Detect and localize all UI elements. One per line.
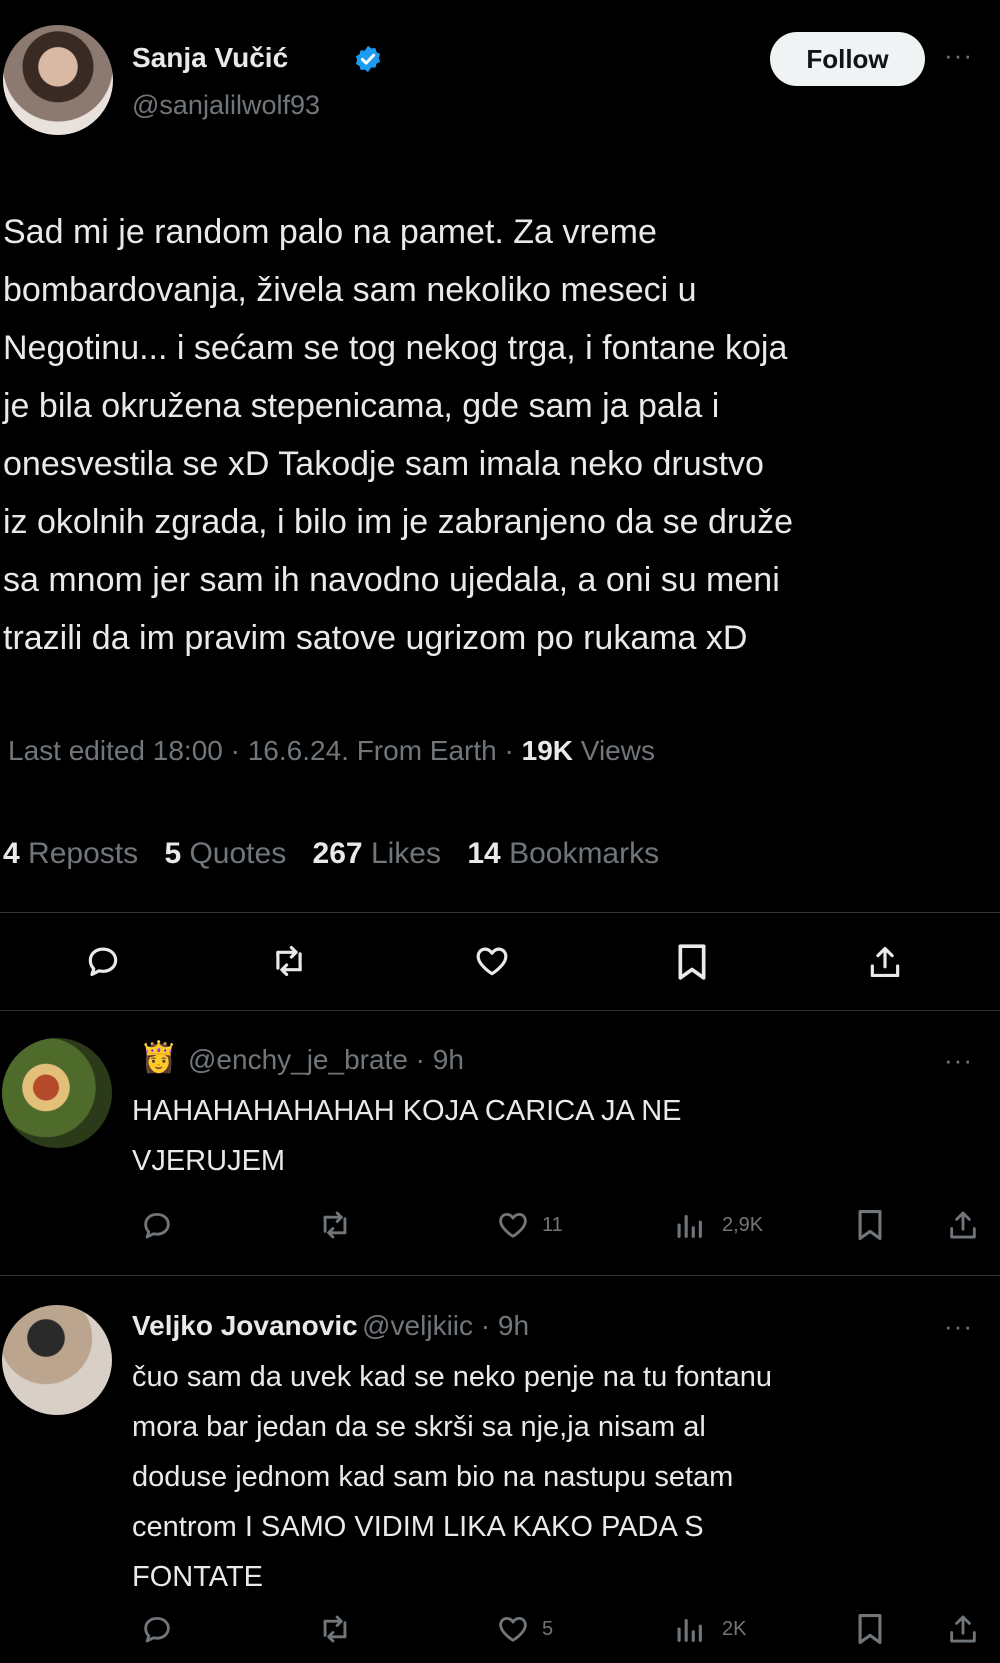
tweet-text-line: bombardovanja, živela sam nekoliko mesec… [3, 271, 697, 309]
reply-icon[interactable] [140, 1208, 174, 1242]
reply-emoji: 👸 [140, 1041, 178, 1074]
follow-button[interactable]: Follow [770, 32, 925, 86]
reply-text-line: čuo sam da uvek kad se neko penje na tu … [132, 1361, 773, 1393]
reply-avatar[interactable] [2, 1038, 112, 1148]
bookmark-icon[interactable] [855, 1612, 885, 1646]
reply-more-icon[interactable]: ··· [944, 1311, 973, 1342]
quotes-count: 5 [164, 837, 182, 870]
reposts-stat[interactable]: 4 Reposts [3, 837, 138, 870]
author-handle[interactable]: @sanjalilwolf93 [132, 90, 320, 121]
share-icon[interactable] [946, 1208, 980, 1242]
bookmarks-stat[interactable]: 14 Bookmarks [467, 837, 659, 870]
reply-text-line: HAHAHAHAHAHAH KOJA CARICA JA NE [132, 1095, 682, 1127]
views-count: 19K [521, 735, 573, 766]
tweet-text-line: onesvestila se xD Takodje sam imala neko… [3, 445, 764, 483]
bookmark-icon[interactable] [675, 942, 709, 982]
like-icon[interactable] [496, 1612, 530, 1646]
share-icon[interactable] [866, 942, 904, 982]
reply-handle[interactable]: @enchy_je_brate · 9h [188, 1044, 464, 1076]
repost-icon[interactable] [270, 942, 308, 980]
views-chart-icon[interactable] [672, 1208, 706, 1242]
more-options-icon[interactable]: ··· [944, 40, 973, 71]
likes-label: Likes [370, 837, 441, 870]
verified-badge-icon [353, 44, 383, 74]
divider [0, 1275, 1000, 1276]
reply-text-line: mora bar jedan da se skrši sa nje,ja nis… [132, 1411, 706, 1443]
author-avatar[interactable] [3, 25, 113, 135]
likes-count: 267 [312, 837, 363, 870]
reply-icon[interactable] [84, 942, 122, 980]
repost-icon[interactable] [318, 1612, 352, 1646]
tweet-text-line: Negotinu... i sećam se tog nekog trga, i… [3, 329, 788, 367]
tweet-text-line: je bila okružena stepenicama, gde sam ja… [3, 387, 720, 425]
bookmarks-label: Bookmarks [509, 837, 660, 870]
tweet-text-line: trazili da im pravim satove ugrizom po r… [3, 619, 748, 657]
reply-author-name[interactable]: Veljko Jovanovic [132, 1310, 358, 1341]
tweet-text-line: Sad mi je random palo na pamet. Za vreme [3, 213, 657, 251]
repost-icon[interactable] [318, 1208, 352, 1242]
reply-more-icon[interactable]: ··· [944, 1045, 973, 1076]
like-icon[interactable] [496, 1208, 530, 1242]
reply-icon[interactable] [140, 1612, 174, 1646]
author-name[interactable]: Sanja Vučić [132, 42, 288, 74]
reply-text-line: centrom I SAMO VIDIM LIKA KAKO PADA S [132, 1511, 704, 1543]
tweet-text-line: iz okolnih zgrada, i bilo im je zabranje… [3, 503, 794, 541]
reposts-label: Reposts [28, 837, 139, 870]
bookmark-icon[interactable] [855, 1208, 885, 1242]
reposts-count: 4 [3, 837, 20, 870]
share-icon[interactable] [946, 1612, 980, 1646]
quotes-label: Quotes [189, 837, 287, 870]
divider [0, 1010, 1000, 1011]
reply-views-count: 2K [722, 1618, 747, 1640]
reply-likes-count: 11 [542, 1214, 563, 1236]
bookmarks-count: 14 [467, 837, 501, 870]
reply-text: čuo sam da uvek kad se neko penje na tu … [132, 1352, 772, 1602]
views-chart-icon[interactable] [672, 1612, 706, 1646]
divider [0, 912, 1000, 913]
reply-likes-count: 5 [542, 1618, 554, 1640]
reply-handle[interactable]: @veljkiic · 9h [362, 1310, 529, 1341]
likes-stat[interactable]: 267 Likes [313, 837, 441, 870]
edit-time-location[interactable]: Last edited 18:00 · 16.6.24. From Earth … [8, 735, 522, 766]
tweet-metadata: Last edited 18:00 · 16.6.24. From Earth … [8, 735, 655, 767]
reply-views-count: 2,9K [722, 1214, 764, 1236]
reply-text-line: FONTATE [132, 1561, 264, 1593]
reply-text-line: VJERUJEM [132, 1145, 286, 1177]
quotes-stat[interactable]: 5 Quotes [164, 837, 286, 870]
views-label: Views [580, 735, 655, 766]
reply-avatar[interactable] [2, 1305, 112, 1415]
reply-text-line: doduse jednom kad sam bio na nastupu set… [132, 1461, 734, 1493]
engagement-stats: 4 Reposts 5 Quotes 267 Likes 14 Bookmark… [3, 837, 659, 871]
like-icon[interactable] [472, 942, 512, 980]
tweet-text: Sad mi je random palo na pamet. Za vreme… [3, 203, 993, 667]
tweet-text-line: sa mnom jer sam ih navodno ujedala, a on… [3, 561, 780, 599]
reply-text: HAHAHAHAHAHAH KOJA CARICA JA NE VJERUJEM [132, 1086, 682, 1186]
reply-header: Veljko Jovanovic @veljkiic · 9h [132, 1310, 529, 1342]
